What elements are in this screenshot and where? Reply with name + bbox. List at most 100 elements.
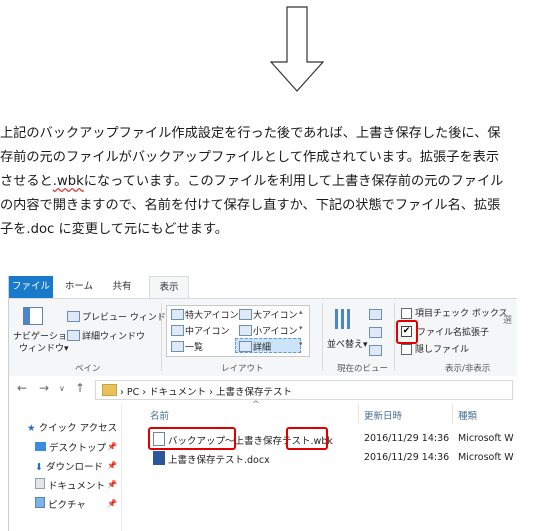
selected-items-label: 選 xyxy=(503,316,513,326)
scroll-up-icon[interactable]: ▴ xyxy=(299,308,303,316)
layout-small[interactable]: 小アイコン xyxy=(253,324,298,337)
pin-icon: 📌 xyxy=(107,499,117,508)
file-type: Microsoft W xyxy=(458,433,514,444)
breadcrumb-pc[interactable]: PC xyxy=(127,387,139,398)
layout-list[interactable]: 一覧 xyxy=(185,340,203,353)
breadcrumb-folder[interactable]: 上書き保存テスト xyxy=(216,387,292,398)
hidden-files-label: 隠しファイル xyxy=(415,345,470,355)
layout-gallery: 特大アイコン 大アイコン 中アイコン 小アイコン 一覧 詳細 ▴ ▾ ▾ xyxy=(166,305,310,357)
tab-file[interactable]: ファイル xyxy=(9,276,53,298)
ribbon-separator xyxy=(322,303,323,371)
group-label-layout: レイアウト xyxy=(221,364,264,374)
chevron-down-icon: ▾ xyxy=(64,344,69,354)
navigation-pane-label-2[interactable]: ウィンドウ▾ xyxy=(19,341,69,354)
list-icon xyxy=(171,341,184,352)
preview-pane-icon xyxy=(67,311,80,322)
explorer-screenshot: ファイル ホーム 共有 表示 ナビゲーション ウィンドウ▾ プレビュー ウィンド… xyxy=(8,276,517,531)
file-name: 上書き保存テスト.docx xyxy=(168,455,270,466)
nav-item-quick-access[interactable]: ★ クイック アクセス xyxy=(27,420,117,434)
navigation-pane: ★ クイック アクセス デスクトップ 📌 ⬇ ダウンロード 📌 ドキュメント 📌… xyxy=(9,404,122,531)
group-label-show-hide: 表示/非表示 xyxy=(445,364,491,374)
paragraph-line-1: 上記のバックアップファイル作成設定を行った後であれば、上書き保存した後に、保 xyxy=(0,126,501,141)
backup-prefix-highlight xyxy=(148,427,236,450)
ribbon-separator xyxy=(161,303,162,371)
navigation-pane-icon xyxy=(23,307,43,325)
breadcrumb-separator-icon: › xyxy=(142,387,147,398)
column-header-name[interactable]: 名前 xyxy=(150,408,169,422)
expand-gallery-icon[interactable]: ▾ xyxy=(299,340,303,348)
sort-by-icon xyxy=(333,307,355,331)
layout-details[interactable]: 詳細 xyxy=(253,340,271,353)
nav-item-documents[interactable]: ドキュメント xyxy=(35,478,105,492)
pin-icon: 📌 xyxy=(107,442,117,451)
layout-medium[interactable]: 中アイコン xyxy=(185,324,230,337)
details-pane-icon xyxy=(67,330,80,341)
address-box[interactable]: › PC › ドキュメント › 上書き保存テスト xyxy=(95,380,513,400)
forward-icon[interactable]: → xyxy=(39,381,49,395)
medium-icons-icon xyxy=(171,325,184,336)
file-modified: 2016/11/29 14:36 xyxy=(364,452,450,463)
breadcrumb[interactable]: › PC › ドキュメント › 上書き保存テスト xyxy=(120,384,292,398)
ribbon-separator xyxy=(394,303,395,371)
down-arrow-icon xyxy=(270,6,324,92)
details-icon xyxy=(239,341,252,352)
nav-item-downloads[interactable]: ⬇ ダウンロード xyxy=(35,459,103,473)
file-modified: 2016/11/29 14:36 xyxy=(364,433,450,444)
up-icon[interactable]: ↑ xyxy=(75,381,85,395)
item-checkbox-label: 項目チェック ボックス xyxy=(415,309,508,319)
layout-large[interactable]: 大アイコン xyxy=(253,308,298,321)
pin-icon: 📌 xyxy=(107,480,117,489)
explanation-paragraph: 上記のバックアップファイル作成設定を行った後であれば、上書き保存した後に、保 存… xyxy=(0,122,552,242)
breadcrumb-documents[interactable]: ドキュメント xyxy=(149,387,206,398)
column-separator[interactable] xyxy=(452,404,453,424)
group-label-current-view: 現在のビュー xyxy=(337,364,389,374)
column-separator[interactable] xyxy=(358,404,359,424)
tab-share[interactable]: 共有 xyxy=(105,276,139,298)
layout-extra-large[interactable]: 特大アイコン xyxy=(185,308,239,321)
item-checkbox-checkbox[interactable] xyxy=(401,308,412,319)
tab-view[interactable]: 表示 xyxy=(149,276,189,298)
documents-icon xyxy=(35,478,45,489)
download-icon: ⬇ xyxy=(35,462,43,473)
details-pane-button[interactable]: 詳細ウィンドウ xyxy=(82,329,145,342)
pictures-icon xyxy=(35,497,45,508)
paragraph-line-3b: になっています。このファイルを利用して上書き保存前の元のファイル xyxy=(83,174,504,189)
extra-large-icons-icon xyxy=(171,309,184,320)
sort-by-button[interactable]: 並べ替え▾ xyxy=(327,337,368,350)
back-icon[interactable]: ← xyxy=(17,381,27,395)
file-ext-highlight xyxy=(396,320,418,344)
add-columns-icon[interactable] xyxy=(369,327,382,338)
scroll-down-icon[interactable]: ▾ xyxy=(299,324,303,332)
address-bar-row: ← → ∨ ↑ › PC › ドキュメント › 上書き保存テスト xyxy=(9,376,517,404)
paragraph-line-4: の内容で開きますので、名前を付けて保存し直すか、下記の状態でファイル名、拡張 xyxy=(0,198,501,213)
file-ext-label: ファイル名拡張子 xyxy=(417,328,490,338)
wbk-extension-text: .wbk xyxy=(52,174,84,189)
ribbon-tabs: ファイル ホーム 共有 表示 xyxy=(9,276,517,298)
file-type: Microsoft W xyxy=(458,452,514,463)
word-document-icon xyxy=(153,451,165,465)
column-header-type[interactable]: 種類 xyxy=(458,408,477,422)
paragraph-line-3a: させると xyxy=(0,174,53,189)
paragraph-line-2: 存前の元のファイルがバックアップファイルとして作成されています。拡張子を表示 xyxy=(0,150,500,165)
sort-up-icon: ^ xyxy=(252,400,260,410)
breadcrumb-separator-icon: › xyxy=(209,387,213,398)
column-header-modified[interactable]: 更新日時 xyxy=(364,408,402,422)
table-row[interactable]: 上書き保存テスト.docx 2016/11/29 14:36 Microsoft… xyxy=(122,449,517,467)
paragraph-line-5: 子を.doc に変更して元にもどせます。 xyxy=(0,222,228,237)
size-columns-icon[interactable] xyxy=(369,345,382,356)
recent-chevron-down-icon[interactable]: ∨ xyxy=(59,384,65,393)
hidden-files-checkbox[interactable] xyxy=(401,344,412,355)
wbk-extension-highlight xyxy=(286,427,328,450)
desktop-icon xyxy=(35,442,46,451)
folder-icon xyxy=(102,384,117,396)
breadcrumb-separator-icon: › xyxy=(120,387,124,398)
tab-home[interactable]: ホーム xyxy=(59,276,99,298)
group-by-icon[interactable] xyxy=(369,309,382,320)
nav-item-pictures[interactable]: ピクチャ xyxy=(35,497,86,511)
file-list: ^ 名前 更新日時 種類 バックアップ～上書き保存テスト.wbk 2016/11… xyxy=(122,400,517,531)
chevron-down-icon: ▾ xyxy=(363,340,368,350)
pin-icon: 📌 xyxy=(107,461,117,470)
star-icon: ★ xyxy=(27,423,36,434)
paragraph-line-3: させると.wbkになっています。このファイルを利用して上書き保存前の元のファイル xyxy=(0,170,552,194)
nav-item-desktop[interactable]: デスクトップ xyxy=(35,440,106,454)
